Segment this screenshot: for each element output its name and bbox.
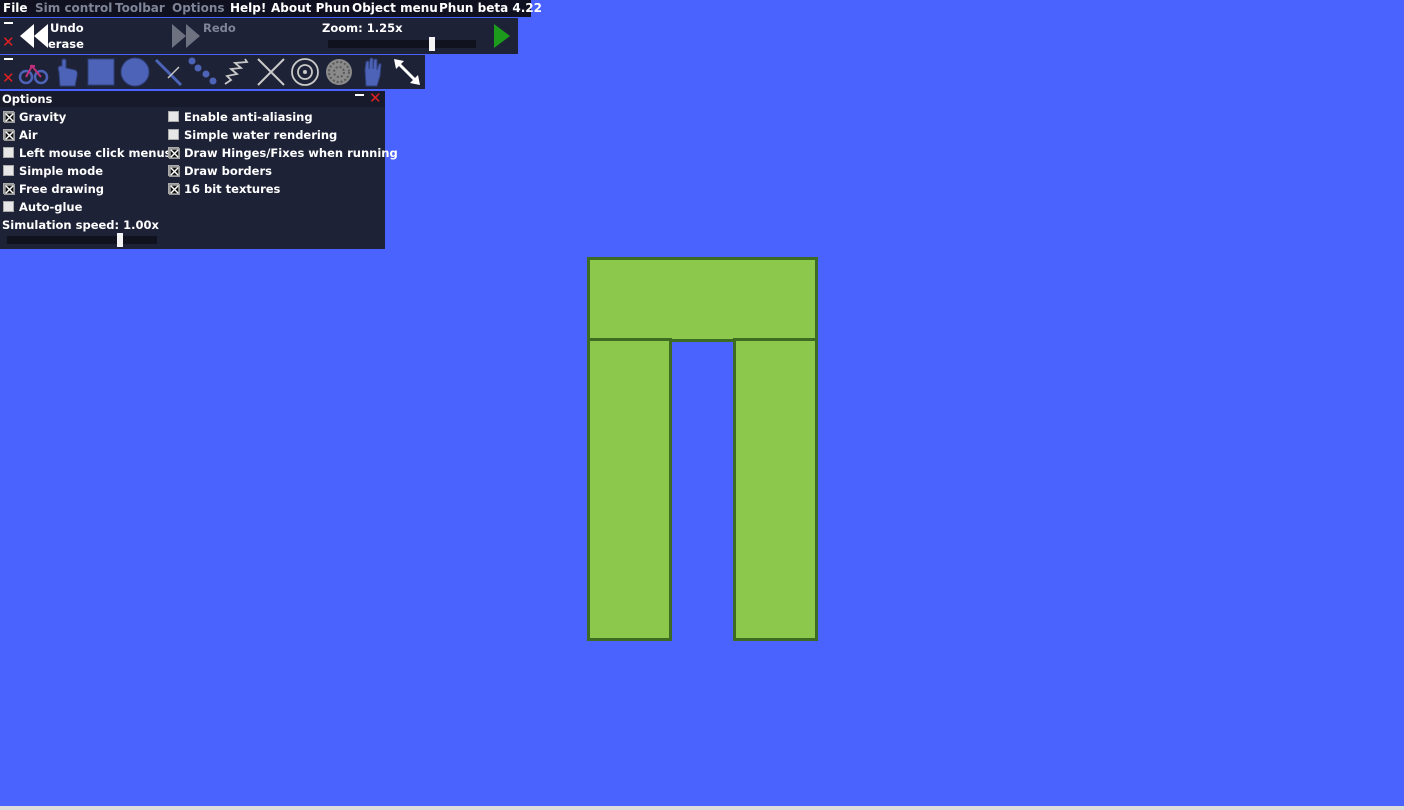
arch-right-pillar[interactable]	[733, 338, 818, 641]
simulation-canvas[interactable]	[0, 0, 1404, 810]
bottom-edge	[0, 806, 1404, 810]
arch-top-box[interactable]	[587, 257, 818, 342]
arch-left-pillar[interactable]	[587, 338, 672, 641]
